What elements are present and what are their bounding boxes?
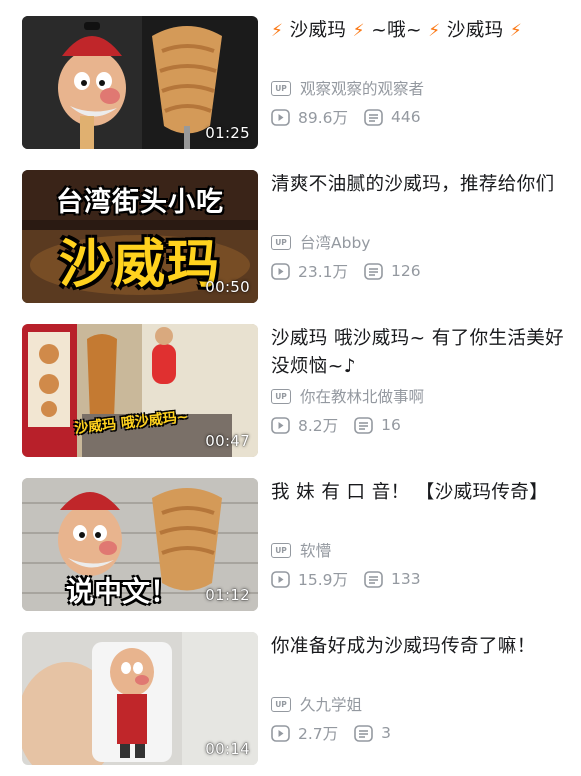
up-badge-icon: UP xyxy=(271,696,291,712)
uploader-row[interactable]: UP 久九学姐 xyxy=(271,692,567,716)
video-title[interactable]: ⚡ 沙威玛 ⚡ ~哦~ ⚡ 沙威玛 ⚡ xyxy=(271,16,567,73)
video-title[interactable]: 沙威玛 哦沙威玛~ 有了你生活美好没烦恼~♪ xyxy=(271,324,567,381)
view-count: 8.2万 xyxy=(271,414,338,436)
view-count: 2.7万 xyxy=(271,722,338,744)
uploader-name: 你在教林北做事啊 xyxy=(300,388,425,406)
uploader-row[interactable]: UP 软懵 xyxy=(271,538,567,562)
video-thumbnail[interactable]: 台湾街头小吃 沙威玛 00:50 xyxy=(22,170,258,303)
video-title[interactable]: 清爽不油腻的沙威玛，推荐给你们 xyxy=(271,170,567,227)
video-card[interactable]: 沙威玛 哦沙威玛~ 00:47 沙威玛 哦沙威玛~ 有了你生活美好没烦恼~♪ U… xyxy=(22,324,567,460)
danmaku-count: 446 xyxy=(364,108,421,126)
video-thumbnail[interactable]: 00:14 xyxy=(22,632,258,765)
video-duration: 00:47 xyxy=(205,432,250,450)
video-card[interactable]: 01:25 ⚡ 沙威玛 ⚡ ~哦~ ⚡ 沙威玛 ⚡ UP 观察观察的观察者 89… xyxy=(22,16,567,152)
danmaku-count-icon xyxy=(364,108,383,126)
video-info: ⚡ 沙威玛 ⚡ ~哦~ ⚡ 沙威玛 ⚡ UP 观察观察的观察者 89.6万 44… xyxy=(271,16,567,129)
stats-row: 89.6万 446 xyxy=(271,105,567,129)
lightning-icon: ⚡ xyxy=(352,21,365,41)
play-count-icon xyxy=(271,570,290,588)
up-badge-icon: UP xyxy=(271,542,291,558)
view-count-value: 2.7万 xyxy=(298,725,339,743)
danmaku-count: 126 xyxy=(364,262,421,280)
video-card[interactable]: 00:14 你准备好成为沙威玛传奇了嘛！ UP 久九学姐 2.7万 3 xyxy=(22,632,567,768)
play-count-icon xyxy=(271,262,290,280)
danmaku-count-icon xyxy=(354,416,373,434)
title-part: 沙威玛 xyxy=(446,20,504,41)
view-count: 15.9万 xyxy=(271,568,348,590)
video-card[interactable]: 说中文！ 01:12 我 妹 有 口 音！ 【沙威玛传奇】 UP 软懵 15.9… xyxy=(22,478,567,614)
uploader-name: 观察观察的观察者 xyxy=(300,80,425,98)
danmaku-count-icon xyxy=(364,262,383,280)
danmaku-count: 133 xyxy=(364,570,421,588)
uploader-row[interactable]: UP 你在教林北做事啊 xyxy=(271,384,567,408)
up-badge-icon: UP xyxy=(271,388,291,404)
video-card[interactable]: 台湾街头小吃 沙威玛 00:50 清爽不油腻的沙威玛，推荐给你们 UP 台湾Ab… xyxy=(22,170,567,306)
thumbnail-caption: 说中文！ xyxy=(66,575,179,608)
danmaku-count-value: 133 xyxy=(391,570,421,588)
up-badge-icon: UP xyxy=(271,234,291,250)
play-count-icon xyxy=(271,724,290,742)
video-title[interactable]: 我 妹 有 口 音！ 【沙威玛传奇】 xyxy=(271,478,567,535)
uploader-row[interactable]: UP 观察观察的观察者 xyxy=(271,76,567,100)
danmaku-count-value: 446 xyxy=(391,108,421,126)
thumbnail-caption: 台湾街头小吃 xyxy=(56,187,224,218)
up-badge-icon: UP xyxy=(271,80,291,96)
danmaku-count-value: 126 xyxy=(391,262,421,280)
play-count-icon xyxy=(271,416,290,434)
danmaku-count-icon xyxy=(364,570,383,588)
video-duration: 00:50 xyxy=(205,278,250,296)
uploader-name: 台湾Abby xyxy=(300,234,371,252)
danmaku-count-icon xyxy=(354,724,373,742)
view-count-value: 8.2万 xyxy=(298,417,339,435)
uploader-name: 软懵 xyxy=(300,542,332,560)
stats-row: 8.2万 16 xyxy=(271,413,567,437)
view-count: 23.1万 xyxy=(271,260,348,282)
video-thumbnail[interactable]: 沙威玛 哦沙威玛~ 00:47 xyxy=(22,324,258,457)
video-thumbnail[interactable]: 说中文！ 01:12 xyxy=(22,478,258,611)
lightning-icon: ⚡ xyxy=(271,21,284,41)
uploader-row[interactable]: UP 台湾Abby xyxy=(271,230,567,254)
danmaku-count: 16 xyxy=(354,416,401,434)
danmaku-count-value: 16 xyxy=(381,416,401,434)
video-info: 我 妹 有 口 音！ 【沙威玛传奇】 UP 软懵 15.9万 133 xyxy=(271,478,567,591)
video-duration: 00:14 xyxy=(205,740,250,758)
danmaku-count: 3 xyxy=(354,724,391,742)
view-count-value: 15.9万 xyxy=(298,571,349,589)
danmaku-count-value: 3 xyxy=(381,724,392,742)
video-duration: 01:12 xyxy=(205,586,250,604)
view-count-value: 89.6万 xyxy=(298,109,349,127)
stats-row: 2.7万 3 xyxy=(271,721,567,745)
uploader-name: 久九学姐 xyxy=(300,696,363,714)
view-count-value: 23.1万 xyxy=(298,263,349,281)
lightning-icon: ⚡ xyxy=(509,21,523,41)
video-title[interactable]: 你准备好成为沙威玛传奇了嘛！ xyxy=(271,632,567,689)
video-duration: 01:25 xyxy=(205,124,250,142)
video-info: 沙威玛 哦沙威玛~ 有了你生活美好没烦恼~♪ UP 你在教林北做事啊 8.2万 xyxy=(271,324,567,437)
title-part: 沙威玛 xyxy=(289,20,347,41)
video-info: 清爽不油腻的沙威玛，推荐给你们 UP 台湾Abby 23.1万 126 xyxy=(271,170,567,283)
video-thumbnail[interactable]: 01:25 xyxy=(22,16,258,149)
title-part: ~哦~ xyxy=(371,20,422,41)
stats-row: 23.1万 126 xyxy=(271,259,567,283)
lightning-icon: ⚡ xyxy=(428,21,441,41)
view-count: 89.6万 xyxy=(271,106,348,128)
video-info: 你准备好成为沙威玛传奇了嘛！ UP 久九学姐 2.7万 3 xyxy=(271,632,567,745)
stats-row: 15.9万 133 xyxy=(271,567,567,591)
play-count-icon xyxy=(271,108,290,126)
